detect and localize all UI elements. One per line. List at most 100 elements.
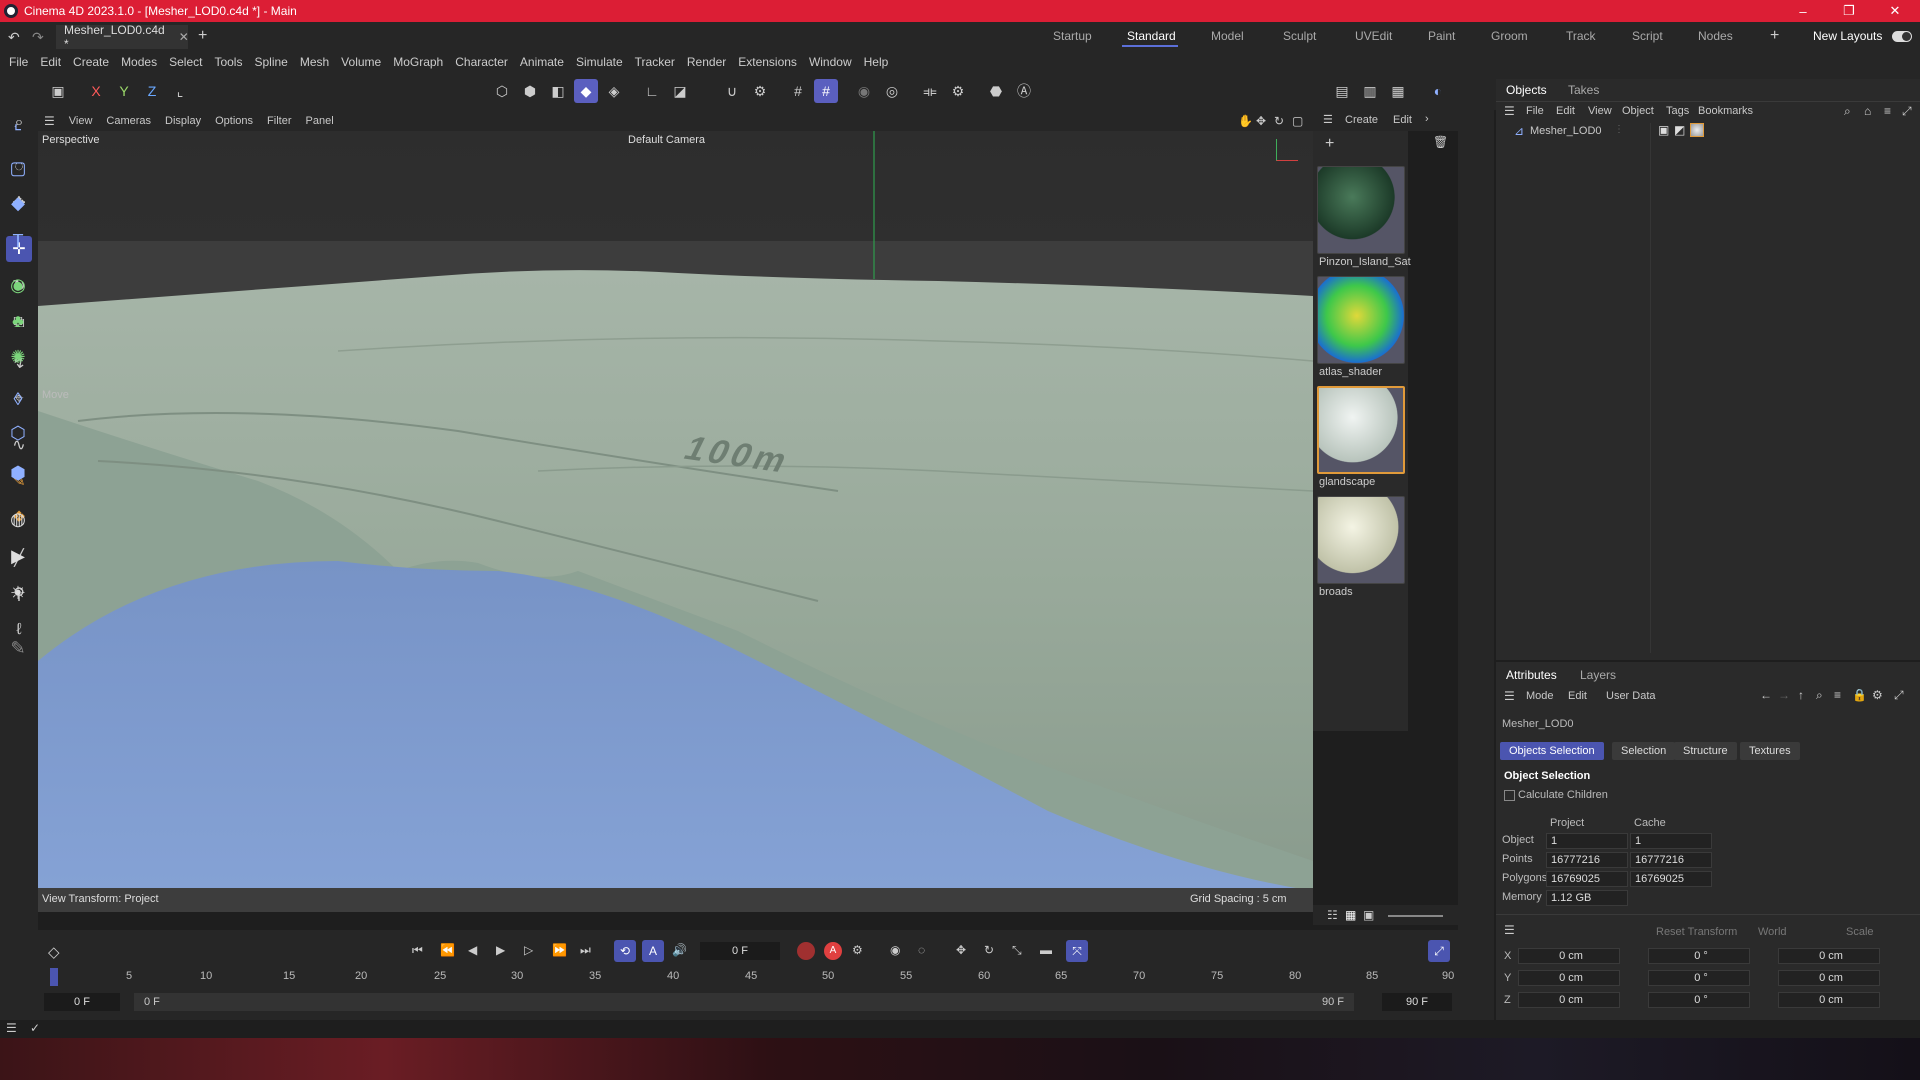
viewport-menu-cameras[interactable]: Cameras: [106, 115, 151, 127]
rotate-view-icon[interactable]: ↻: [1274, 114, 1284, 128]
attributes-menu-mode[interactable]: Mode: [1526, 690, 1554, 702]
layout-model[interactable]: Model: [1211, 29, 1244, 43]
close-button[interactable]: ✕: [1872, 0, 1918, 22]
attributes-menu-edit[interactable]: Edit: [1568, 690, 1587, 702]
up-arrow-icon[interactable]: ↑: [1798, 688, 1804, 702]
auto-key-record-icon[interactable]: A: [824, 942, 842, 960]
symmetry-icon[interactable]: ⟚: [918, 79, 942, 103]
loop-icon[interactable]: ⟲: [614, 940, 636, 962]
next-frame-icon[interactable]: ▷: [524, 943, 533, 957]
edges-mode-icon[interactable]: ⬢: [518, 79, 542, 103]
coordinate-system-icon[interactable]: ⌞: [168, 79, 192, 103]
object-menu-edit[interactable]: Edit: [1556, 105, 1575, 117]
rotation-field[interactable]: 0 °: [1648, 992, 1750, 1008]
key-settings-icon[interactable]: ⚙: [852, 943, 863, 957]
play-icon[interactable]: ▶: [496, 943, 505, 957]
solo-icon[interactable]: ◎: [880, 79, 904, 103]
expand-panel-icon[interactable]: ⤢: [1894, 688, 1904, 703]
layout-standard[interactable]: Standard: [1127, 29, 1176, 43]
move-view-icon[interactable]: ✥: [1256, 114, 1266, 128]
redshift-icon[interactable]: ◐: [1426, 79, 1450, 103]
tree-row[interactable]: ⊿ Mesher_LOD0 ⋮ ▣ ◩: [1496, 123, 1920, 141]
new-tab-icon[interactable]: +: [198, 27, 207, 45]
menu-mesh[interactable]: Mesh: [300, 55, 329, 69]
thumbnail-size-slider[interactable]: [1388, 915, 1443, 917]
expand-panel-icon[interactable]: ⤢: [1902, 104, 1912, 119]
effector-icon[interactable]: ✺: [5, 344, 31, 370]
layout-paint[interactable]: Paint: [1428, 29, 1455, 43]
menu-render[interactable]: Render: [687, 55, 726, 69]
soft-selection-icon[interactable]: ◉: [852, 79, 876, 103]
filter-icon[interactable]: ≡: [1884, 104, 1891, 118]
model-mode-icon[interactable]: ▣: [46, 79, 70, 103]
menu-create[interactable]: Create: [73, 55, 109, 69]
large-view-icon[interactable]: ▣: [1363, 908, 1374, 922]
menu-edit[interactable]: Edit: [40, 55, 61, 69]
lock-x-button[interactable]: X: [84, 79, 108, 103]
points-mode-icon[interactable]: ⬡: [490, 79, 514, 103]
menu-extensions[interactable]: Extensions: [738, 55, 797, 69]
new-layouts-label[interactable]: New Layouts: [1813, 29, 1882, 43]
key-rotation-icon[interactable]: ↻: [984, 943, 994, 957]
render-settings-icon[interactable]: ⬣: [984, 79, 1008, 103]
record-icon[interactable]: [797, 942, 815, 960]
auto-key-icon[interactable]: Ⓐ: [1012, 79, 1036, 103]
reset-transform-button[interactable]: Reset Transform: [1656, 926, 1737, 938]
timeline-graph-icon[interactable]: ⤢: [1428, 940, 1450, 962]
light-icon[interactable]: ☀: [5, 580, 31, 606]
material-menu-edit[interactable]: Edit: [1393, 114, 1412, 126]
key-position-icon[interactable]: ✥: [956, 943, 966, 957]
scale-field[interactable]: 0 cm: [1778, 948, 1880, 964]
settings-icon[interactable]: ⚙: [1872, 688, 1883, 702]
keyframe-icon[interactable]: ◇: [48, 943, 60, 961]
subtab-objects-selection[interactable]: Objects Selection: [1500, 742, 1604, 760]
object-menu-bookmarks[interactable]: Bookmarks: [1698, 105, 1753, 117]
motion-record-icon[interactable]: ◉: [890, 943, 900, 957]
previous-key-icon[interactable]: ⏪: [440, 943, 455, 957]
layout-startup[interactable]: Startup: [1053, 29, 1092, 43]
position-field[interactable]: 0 cm: [1518, 970, 1620, 986]
preview-range-bar[interactable]: 0 F 90 F: [134, 993, 1354, 1011]
viewport-menu-filter[interactable]: Filter: [267, 115, 291, 127]
list-view-icon[interactable]: ☷: [1327, 908, 1338, 922]
viewport-camera-label[interactable]: Default Camera: [628, 134, 705, 146]
status-menu-icon[interactable]: ☰: [6, 1021, 17, 1035]
motion-settings-icon[interactable]: ◌: [918, 943, 925, 957]
menu-animate[interactable]: Animate: [520, 55, 564, 69]
field-icon[interactable]: ⬡: [5, 420, 31, 446]
rotation-field[interactable]: 0 °: [1648, 948, 1750, 964]
current-frame-field[interactable]: 0 F: [700, 942, 780, 960]
search-icon[interactable]: ⌕: [1816, 688, 1823, 703]
coordinate-space-select[interactable]: World: [1758, 926, 1787, 938]
menu-window[interactable]: Window: [809, 55, 852, 69]
minimize-button[interactable]: –: [1780, 0, 1826, 22]
menu-character[interactable]: Character: [455, 55, 508, 69]
menu-modes[interactable]: Modes: [121, 55, 157, 69]
grid-snap-icon[interactable]: #: [786, 79, 810, 103]
object-menu-tags[interactable]: Tags: [1666, 105, 1689, 117]
object-menu-icon[interactable]: ☰: [1504, 104, 1515, 118]
layout-track[interactable]: Track: [1566, 29, 1596, 43]
viewport-menu-panel[interactable]: Panel: [306, 115, 334, 127]
maximize-button[interactable]: ❐: [1826, 0, 1872, 22]
object-mode-icon[interactable]: ◆: [574, 79, 598, 103]
previous-frame-icon[interactable]: ◀: [468, 943, 477, 957]
lock-icon[interactable]: 🔒: [1852, 688, 1867, 702]
viewport-menu-display[interactable]: Display: [165, 115, 201, 127]
pan-icon[interactable]: ✋: [1238, 114, 1253, 128]
undo-icon[interactable]: ↶: [8, 29, 20, 46]
edit-render-settings-icon[interactable]: ▦: [1386, 79, 1410, 103]
add-layout-icon[interactable]: +: [1770, 27, 1779, 45]
key-param-icon[interactable]: ▬: [1040, 943, 1052, 957]
cube-icon[interactable]: ◆: [5, 190, 31, 216]
search-icon[interactable]: ⌕: [1844, 104, 1851, 119]
home-icon[interactable]: ⌂: [1864, 104, 1871, 118]
key-pla-icon[interactable]: ⤧: [1066, 940, 1088, 962]
next-key-icon[interactable]: ⏩: [552, 943, 567, 957]
position-field[interactable]: 0 cm: [1518, 992, 1620, 1008]
object-menu-file[interactable]: File: [1526, 105, 1544, 117]
document-tab[interactable]: Mesher_LOD0.c4d * ✕: [56, 23, 189, 51]
attributes-menu-icon[interactable]: ☰: [1504, 689, 1515, 703]
magnet-icon[interactable]: ∪: [720, 79, 744, 103]
menu-tracker[interactable]: Tracker: [635, 55, 675, 69]
